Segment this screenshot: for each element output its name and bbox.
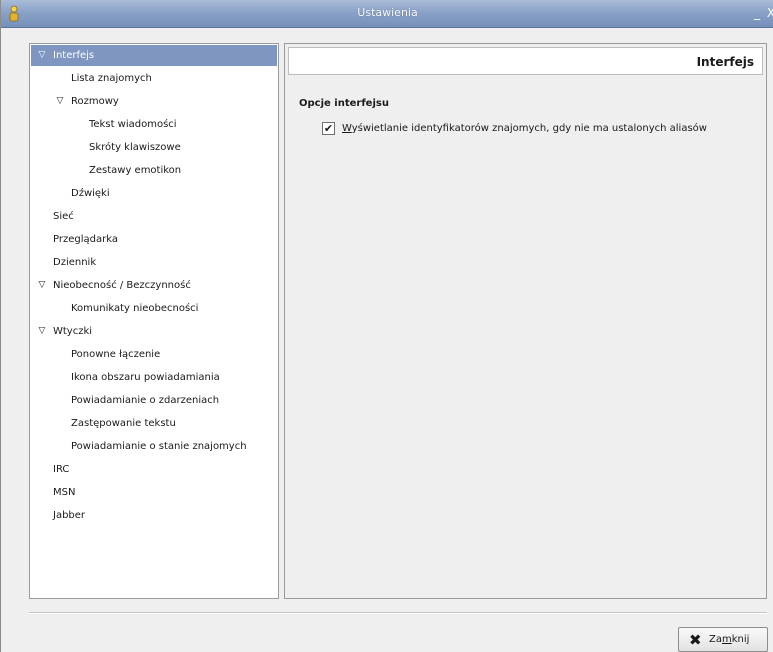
option-text: yświetlanie identyfikatorów znajomych, g…: [351, 123, 707, 134]
label-mnemonic: m: [721, 634, 732, 645]
window-title: Ustawienia: [357, 6, 418, 19]
tree-item-label: Przeglądarka: [53, 234, 118, 245]
tree-item[interactable]: ▽ Nieobecność / Bezczynność: [31, 275, 277, 296]
tree-item[interactable]: Komunikaty nieobecności: [31, 298, 277, 319]
tree-item-label: Powiadamianie o stanie znajomych: [71, 441, 247, 452]
tree-item-label: Powiadamianie o zdarzeniach: [71, 395, 220, 406]
pane-header: Interfejs: [288, 47, 763, 75]
tree-item-label: Tekst wiadomości: [89, 119, 177, 130]
tree-item-label: Wtyczki: [53, 326, 93, 337]
triangle-down-icon[interactable]: ▽: [36, 321, 48, 342]
tree-item[interactable]: Powiadamianie o zdarzeniach: [31, 390, 277, 411]
triangle-down-icon[interactable]: ▽: [36, 45, 48, 66]
tree-item-label: Ikona obszaru powiadamiania: [71, 372, 220, 383]
tree-item[interactable]: Ponowne łączenie: [31, 344, 277, 365]
tree-item-label: IRC: [53, 464, 70, 475]
triangle-down-icon[interactable]: ▽: [36, 275, 48, 296]
settings-pane: Interfejs Opcje interfejsu ✔ Wyświetlani…: [284, 43, 767, 599]
tree-item-label: Sieć: [53, 211, 74, 222]
section-title: Opcje interfejsu: [299, 98, 389, 109]
close-x-icon: ✖: [689, 631, 702, 649]
tree-item-label: Zastępowanie tekstu: [71, 418, 176, 429]
tree-item-label: Ponowne łączenie: [71, 349, 161, 360]
tree-item[interactable]: Tekst wiadomości: [31, 114, 277, 135]
tree-item[interactable]: Powiadamianie o stanie znajomych: [31, 436, 277, 457]
close-button-label: Zamknij: [709, 628, 749, 652]
tree-item-label: MSN: [53, 487, 76, 498]
tree-item[interactable]: ▽ Rozmowy: [31, 91, 277, 112]
tree-item[interactable]: Sieć: [31, 206, 277, 227]
tree-item-label: Komunikaty nieobecności: [71, 303, 199, 314]
show-ids-checkbox[interactable]: ✔: [322, 122, 335, 135]
tree-item-label: Nieobecność / Bezczynność: [53, 280, 191, 291]
tree-item[interactable]: Dziennik: [31, 252, 277, 273]
tree-item[interactable]: ▽ Interfejs: [31, 45, 277, 66]
pane-title: Interfejs: [696, 55, 754, 69]
bottom-separator: [29, 612, 767, 614]
tree-item-label: Interfejs: [53, 50, 95, 61]
mnemonic-letter: W: [342, 123, 352, 134]
tree-item-label: Dźwięki: [71, 188, 110, 199]
tree-item[interactable]: Skróty klawiszowe: [31, 137, 277, 158]
show-ids-label[interactable]: Wyświetlanie identyfikatorów znajomych, …: [342, 122, 707, 135]
tree-item[interactable]: Ikona obszaru powiadamiania: [31, 367, 277, 388]
close-window-button[interactable]: X: [764, 5, 773, 21]
tree-item[interactable]: Lista znajomych: [31, 68, 277, 89]
tree-item-label: Skróty klawiszowe: [89, 142, 181, 153]
triangle-down-icon[interactable]: ▽: [54, 91, 66, 112]
tree-item-label: Lista znajomych: [71, 73, 152, 84]
tree-item[interactable]: Jabber: [31, 505, 277, 526]
tree-item[interactable]: Przeglądarka: [31, 229, 277, 250]
title-bar[interactable]: Ustawienia _ X: [1, 0, 773, 28]
tree-item-label: Jabber: [53, 510, 86, 521]
label-part-b: knij: [731, 634, 750, 645]
tree-item-label: Rozmowy: [71, 96, 119, 107]
tree-item-label: Dziennik: [53, 257, 97, 268]
preferences-tree[interactable]: ▽ Interfejs Lista znajomych ▽ Rozmowy Tekst w…: [29, 43, 279, 599]
minimize-button[interactable]: _: [750, 5, 764, 21]
preferences-window: Ustawienia _ X ▽ Interfejs Lista znajomych…: [0, 0, 773, 652]
tree-item[interactable]: IRC: [31, 459, 277, 480]
close-button[interactable]: ✖ Zamknij: [678, 627, 768, 652]
tree-item[interactable]: Zestawy emotikon: [31, 160, 277, 181]
tree-item[interactable]: Dźwięki: [31, 183, 277, 204]
label-part-a: Za: [709, 634, 722, 645]
tree-item-label: Zestawy emotikon: [89, 165, 182, 176]
tree-item[interactable]: MSN: [31, 482, 277, 503]
tree-item[interactable]: Zastępowanie tekstu: [31, 413, 277, 434]
tree-item[interactable]: ▽ Wtyczki: [31, 321, 277, 342]
